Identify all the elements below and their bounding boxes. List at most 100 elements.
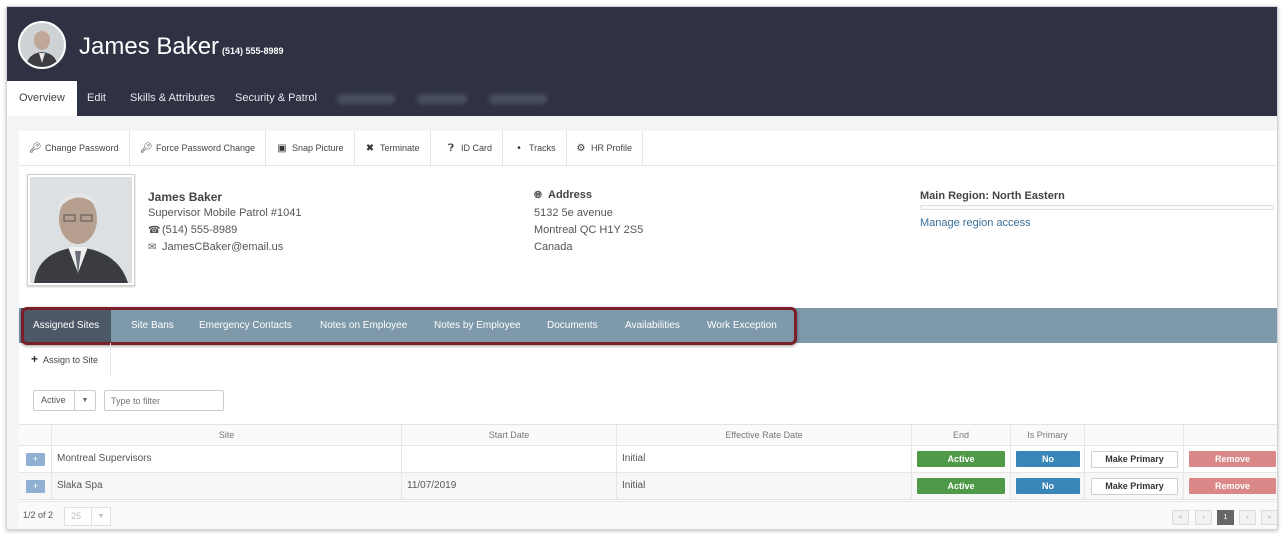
column-make-primary xyxy=(1084,425,1183,446)
terminate-button[interactable]: ✖ Terminate xyxy=(354,131,431,165)
filter-input[interactable] xyxy=(104,390,224,411)
column-start-date: Start Date xyxy=(401,425,616,446)
address-line-2: Montreal QC H1Y 2S5 xyxy=(534,224,644,236)
primary-cell: No xyxy=(1010,473,1084,499)
column-site: Site xyxy=(51,425,401,446)
expand-row-button[interactable]: + xyxy=(26,480,45,493)
table-row: + Montreal Supervisors Initial Active No… xyxy=(19,446,1277,473)
start-date-cell: 11/07/2019 xyxy=(401,473,616,499)
column-end: End xyxy=(911,425,1010,446)
app-window: James Baker (514) 555-8989 Overview Edit… xyxy=(6,6,1278,530)
main-nav: Overview Edit Skills & Attributes Securi… xyxy=(7,81,1277,116)
envelope-icon: ✉ xyxy=(148,242,157,253)
first-page-button[interactable]: « xyxy=(1172,510,1189,525)
end-cell: Active xyxy=(911,446,1010,472)
tab-work-exception[interactable]: Work Exception xyxy=(695,308,789,343)
manage-region-link[interactable]: Manage region access xyxy=(920,217,1031,229)
assign-to-site-button[interactable]: + Assign to Site xyxy=(19,343,112,375)
main-region: Main Region: North Eastern xyxy=(920,190,1065,202)
change-password-button[interactable]: 🔑︎ Change Password xyxy=(19,131,130,165)
tab-availabilities[interactable]: Availabilities xyxy=(613,308,692,343)
phone-icon: ☎ xyxy=(148,225,161,236)
employee-title: Supervisor Mobile Patrol #1041 xyxy=(148,207,302,219)
employee-email: ✉ JamesCBaker@email.us xyxy=(148,241,284,253)
column-remove xyxy=(1183,425,1277,446)
site-cell: Montreal Supervisors xyxy=(51,446,401,472)
primary-badge[interactable]: No xyxy=(1016,478,1080,494)
profile-photo xyxy=(27,174,135,286)
active-badge[interactable]: Active xyxy=(917,478,1005,494)
plus-icon: + xyxy=(31,352,39,366)
expand-row-button[interactable]: + xyxy=(26,453,45,466)
primary-cell: No xyxy=(1010,446,1084,472)
make-primary-cell: Make Primary xyxy=(1084,446,1183,472)
overview-panel: 🔑︎ Change Password 🔑︎ Force Password Chang… xyxy=(19,131,1277,529)
prev-page-button[interactable]: ‹ xyxy=(1195,510,1212,525)
column-is-primary: Is Primary xyxy=(1010,425,1084,446)
id-card-button[interactable]: ❓︎ ID Card xyxy=(435,131,504,165)
header-phone: (514) 555-8989 xyxy=(222,46,284,56)
make-primary-button[interactable]: Make Primary xyxy=(1091,478,1178,495)
sub-tab-bar: Assigned Sites Site Bans Emergency Conta… xyxy=(19,308,1277,343)
close-icon: ✖ xyxy=(365,143,375,154)
tracks-button[interactable]: • Tracks xyxy=(503,131,567,165)
profile-header: James Baker (514) 555-8989 xyxy=(7,7,1277,81)
rate-date-cell: Initial xyxy=(616,446,911,472)
blurred-tab[interactable] xyxy=(337,94,395,104)
blurred-tab[interactable] xyxy=(417,94,467,104)
gear-icon: ⚙︎ xyxy=(576,143,586,154)
address-line-3: Canada xyxy=(534,241,573,253)
tab-emergency-contacts[interactable]: Emergency Contacts xyxy=(187,308,304,343)
employee-phone: ☎ (514) 555-8989 xyxy=(148,224,238,236)
avatar xyxy=(18,21,66,69)
table-row: + Slaka Spa 11/07/2019 Initial Active No… xyxy=(19,473,1277,500)
status-select[interactable]: Active ▼ xyxy=(33,390,96,411)
last-page-button[interactable]: » xyxy=(1261,510,1277,525)
address-heading: 🌐︎ Address xyxy=(534,189,593,201)
tab-documents[interactable]: Documents xyxy=(535,308,610,343)
tab-assigned-sites[interactable]: Assigned Sites xyxy=(21,308,112,343)
table-footer: 1/2 of 2 25 ▼ « ‹ 1 › » xyxy=(19,501,1277,529)
end-cell: Active xyxy=(911,473,1010,499)
remove-button[interactable]: Remove xyxy=(1189,478,1276,494)
next-page-button[interactable]: › xyxy=(1239,510,1256,525)
region-bar xyxy=(920,205,1274,210)
expand-column-header xyxy=(19,425,51,446)
action-toolbar: 🔑︎ Change Password 🔑︎ Force Password Chang… xyxy=(19,131,1277,166)
chevron-down-icon: ▼ xyxy=(74,391,95,410)
remove-cell: Remove xyxy=(1183,473,1277,499)
make-primary-cell: Make Primary xyxy=(1084,473,1183,499)
hr-profile-button[interactable]: ⚙︎ HR Profile xyxy=(565,131,644,165)
employee-name: James Baker xyxy=(148,190,223,204)
key-icon: 🔑︎ xyxy=(29,143,42,154)
primary-badge[interactable]: No xyxy=(1016,451,1080,467)
chevron-down-icon: ▼ xyxy=(91,508,110,525)
start-date-cell xyxy=(401,446,616,472)
site-cell: Slaka Spa xyxy=(51,473,401,499)
table-header: Site Start Date Effective Rate Date End … xyxy=(19,424,1277,446)
page-title: James Baker xyxy=(79,33,220,60)
make-primary-button[interactable]: Make Primary xyxy=(1091,451,1178,468)
map-pin-icon: • xyxy=(517,143,521,154)
camera-icon: ▣ xyxy=(277,143,287,154)
globe-icon: 🌐︎ xyxy=(534,190,542,201)
question-circle-icon: ❓︎ xyxy=(447,143,454,154)
tab-notes-by-employee[interactable]: Notes by Employee xyxy=(422,308,533,343)
active-badge[interactable]: Active xyxy=(917,451,1005,467)
rate-date-cell: Initial xyxy=(616,473,911,499)
tab-security-patrol[interactable]: Security & Patrol xyxy=(223,81,329,116)
remove-cell: Remove xyxy=(1183,446,1277,472)
tab-site-bans[interactable]: Site Bans xyxy=(119,308,186,343)
tab-overview[interactable]: Overview xyxy=(7,81,77,116)
remove-button[interactable]: Remove xyxy=(1189,451,1276,467)
record-count: 1/2 of 2 xyxy=(23,510,54,520)
column-effective-rate-date: Effective Rate Date xyxy=(616,425,911,446)
page-size-select[interactable]: 25 ▼ xyxy=(64,507,111,526)
tab-skills-attributes[interactable]: Skills & Attributes xyxy=(118,81,227,116)
blurred-tab[interactable] xyxy=(489,94,547,104)
tab-notes-on-employee[interactable]: Notes on Employee xyxy=(308,308,419,343)
snap-picture-button[interactable]: ▣ Snap Picture xyxy=(266,131,355,165)
page-1-button[interactable]: 1 xyxy=(1217,510,1234,525)
tab-edit[interactable]: Edit xyxy=(75,81,118,116)
force-password-change-button[interactable]: 🔑︎ Force Password Change xyxy=(130,131,267,165)
